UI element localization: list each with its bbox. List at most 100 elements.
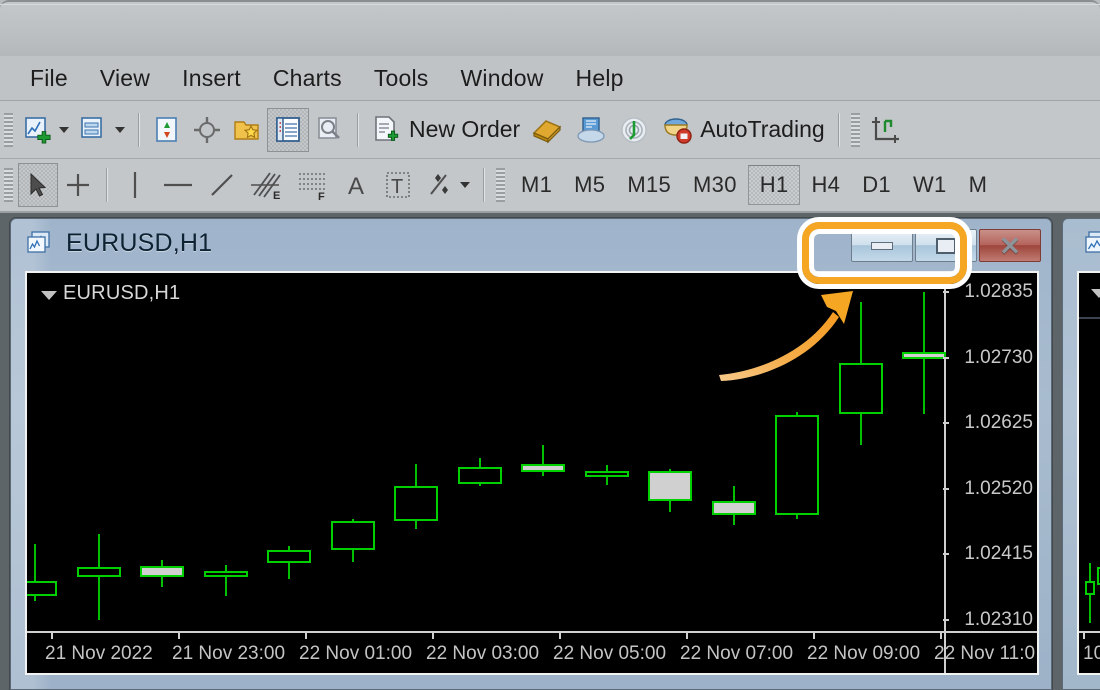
price-tick-mark <box>943 422 949 425</box>
menu-item-insert[interactable]: Insert <box>166 65 257 92</box>
candle-body <box>267 550 311 564</box>
strategy-tester-button[interactable] <box>309 108 349 152</box>
mql5-community-icon <box>577 116 605 143</box>
timeframe-m15[interactable]: M15 <box>616 166 682 204</box>
toolbar-grip-2[interactable] <box>850 112 860 147</box>
profiles-dropdown-caret[interactable] <box>115 126 125 133</box>
equidistant-channel-button[interactable]: E <box>243 163 289 207</box>
price-tick-label: 1.02520 <box>964 477 1033 499</box>
timeframe-w1[interactable]: W1 <box>902 166 958 204</box>
new-order-icon <box>375 115 399 141</box>
menu-item-view[interactable]: View <box>84 65 166 92</box>
autotrading-label: AutoTrading <box>700 116 825 142</box>
toolbar-grip[interactable] <box>4 112 13 147</box>
terminal-button[interactable] <box>267 107 309 152</box>
new-chart-icon <box>25 116 51 144</box>
menu-item-help[interactable]: Help <box>560 65 640 92</box>
chart-window-title: EURUSD,H1 <box>66 228 213 257</box>
favorites-button[interactable] <box>227 108 267 152</box>
objects-button[interactable] <box>419 163 475 207</box>
market-watch-button[interactable] <box>147 108 187 152</box>
metaeditor-button[interactable] <box>525 108 569 152</box>
svg-text:F: F <box>318 191 325 201</box>
timeframe-mn1[interactable]: M <box>958 166 999 204</box>
fibonacci-button[interactable]: F <box>289 163 337 207</box>
vertical-line-button[interactable] <box>115 163 155 207</box>
menu-item-tools[interactable]: Tools <box>358 65 445 92</box>
timeframe-h4[interactable]: H4 <box>800 166 851 204</box>
chart-dropdown-caret[interactable] <box>59 126 69 133</box>
timeframe-m30[interactable]: M30 <box>682 166 748 204</box>
chart-canvas[interactable]: EURUSD,H1 1.02835 1.02730 1.02625 1.02520 1.… <box>25 271 1039 675</box>
standard-toolbar: New Order AutoTrading <box>0 101 1100 159</box>
candle-body <box>775 415 819 515</box>
horizontal-line-icon <box>164 183 192 187</box>
mql5-community-button[interactable] <box>569 108 613 152</box>
price-tick-label: 1.02310 <box>964 608 1033 630</box>
price-tick-mark <box>943 487 949 490</box>
menu-item-window[interactable]: Window <box>445 65 560 92</box>
new-chart-button[interactable] <box>18 108 74 152</box>
timeframe-m1[interactable]: M1 <box>510 166 563 204</box>
new-order-button[interactable]: New Order <box>366 108 525 152</box>
menu-bar: File View Insert Charts Tools Window Hel… <box>0 56 1100 101</box>
candlestick <box>775 273 819 673</box>
text-label-icon: T <box>386 172 410 198</box>
candle-body <box>330 521 375 551</box>
linetools-grip[interactable] <box>4 168 13 202</box>
candlestick <box>203 273 248 673</box>
candlestick <box>140 273 184 673</box>
candlestick <box>267 273 311 673</box>
svg-text:E: E <box>273 190 280 201</box>
timeframes-grip[interactable] <box>496 168 505 202</box>
metatrader-app-window: File View Insert Charts Tools Window Hel… <box>0 0 1100 690</box>
timeframe-d1[interactable]: D1 <box>851 166 902 204</box>
toolbar-separator-3 <box>837 112 839 147</box>
price-axis[interactable]: 1.02835 1.02730 1.02625 1.02520 1.02415 1.023… <box>945 273 1037 673</box>
chart-dropdown-icon-2[interactable] <box>1091 289 1100 298</box>
restore-button[interactable] <box>915 229 977 262</box>
candle-body <box>27 580 57 596</box>
chart-window-eurusd-h1[interactable]: EURUSD,H1 ✕ EURUSD,H1 1.02835 1.02730 1.… <box>10 218 1052 690</box>
objects-icon <box>430 174 448 195</box>
chart-canvas-secondary[interactable]: 10 <box>1077 271 1100 675</box>
candle-wick <box>224 564 227 596</box>
objects-dropdown-caret[interactable] <box>460 182 470 188</box>
text-label-button[interactable]: T <box>377 163 419 207</box>
timeframe-h1[interactable]: H1 <box>747 165 801 205</box>
candle-body <box>140 565 184 578</box>
minimize-button[interactable] <box>851 229 913 262</box>
price-tick-label: 1.02730 <box>964 346 1033 368</box>
trendline-icon <box>211 174 233 196</box>
trendline-button[interactable] <box>201 163 243 207</box>
horizontal-line-button[interactable] <box>155 163 201 207</box>
autotrading-button[interactable]: AutoTrading <box>655 108 829 152</box>
candlestick <box>584 273 629 673</box>
text-button[interactable]: A <box>337 163 377 207</box>
candle-body <box>902 351 946 360</box>
navigator-button[interactable] <box>187 108 227 152</box>
profiles-button[interactable] <box>74 108 130 152</box>
candlestick <box>902 273 946 673</box>
candlestick <box>27 273 57 673</box>
linetools-separator <box>106 168 107 202</box>
timeframe-m5[interactable]: M5 <box>563 166 616 204</box>
cursor-button[interactable] <box>18 163 58 207</box>
chart-window-secondary[interactable]: 10 <box>1062 218 1100 690</box>
candlestick <box>394 273 438 673</box>
equidistant-channel-icon: E <box>251 172 281 201</box>
mdi-client-area: 10 EURUSD,H1 ✕ EURUSD,H1 1.02835 1.02730… <box>0 213 1100 690</box>
crosshair-axes-button[interactable] <box>865 108 909 152</box>
price-tick-label: 1.02625 <box>964 412 1033 434</box>
signals-button[interactable] <box>613 108 655 152</box>
close-button[interactable]: ✕ <box>979 229 1041 262</box>
crosshair-button[interactable] <box>58 163 98 207</box>
crosshair-axes-icon <box>871 116 899 143</box>
price-tick-label: 1.02835 <box>964 281 1033 303</box>
price-tick-mark <box>943 356 949 359</box>
toolbar-separator-2 <box>357 112 358 147</box>
menu-item-file[interactable]: File <box>14 65 84 92</box>
text-icon: A <box>348 173 364 200</box>
restore-icon <box>936 237 956 254</box>
menu-item-charts[interactable]: Charts <box>257 65 358 92</box>
